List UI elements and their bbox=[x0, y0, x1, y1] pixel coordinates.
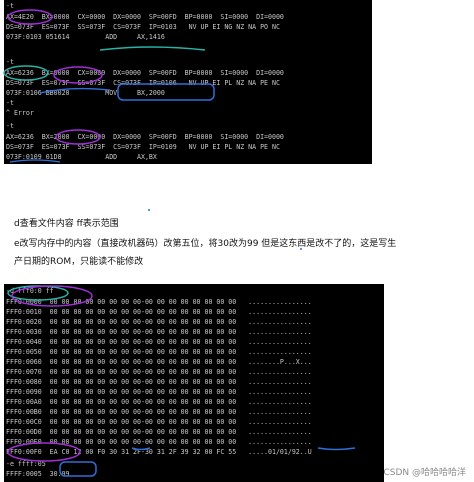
terminal-line: FFF0:00F0 EA C0 12 00 F0 30 31 2F-30 31 … bbox=[6, 448, 312, 456]
terminal-line: FFF0:00C0 00 00 00 00 00 00 00 00-00 00 … bbox=[6, 418, 312, 426]
terminal-line: FFF0:00E0 00 00 00 00 00 00 00 00-00 00 … bbox=[6, 438, 312, 446]
terminal-line: AX=4E20 BX=0000 CX=0000 DX=0000 SP=00FD … bbox=[6, 13, 284, 21]
terminal-line: FFF0:0080 00 00 00 00 00 00 00 00-00 00 … bbox=[6, 378, 312, 386]
terminal-line: FFF0:0070 00 00 00 00 00 00 00 00-00 00 … bbox=[6, 368, 312, 376]
terminal-line: -e ffff:05 bbox=[6, 460, 46, 468]
note-line: 产日期的ROM，只能读不能修改 bbox=[14, 257, 144, 267]
terminal-line: AX=6236 BX=2000 CX=0000 DX=0000 SP=00FD … bbox=[6, 133, 284, 141]
terminal-line: 073F:0106 BB0020 MOV BX,2000 bbox=[6, 89, 165, 97]
terminal-line: FFF0:0020 00 00 00 00 00 00 00 00-00 00 … bbox=[6, 318, 312, 326]
terminal-line: DS=073F ES=073F SS=073F CS=073F IP=0106 … bbox=[6, 79, 280, 87]
note-line: e改写内存中的内容（直接改机器码）改第五位，将30改为99 但是这东西是改不了的… bbox=[14, 239, 397, 249]
terminal-line: FFFF:0005 30.99 bbox=[6, 470, 70, 478]
terminal-line: FFF0:0050 00 00 00 00 00 00 00 00-00 00 … bbox=[6, 348, 312, 356]
terminal-line: -t bbox=[6, 122, 14, 130]
terminal-line: DS=073F ES=073F SS=073F CS=073F IP=0109 … bbox=[6, 143, 280, 151]
terminal-line: FFF0:0010 00 00 00 00 00 00 00 00-00 00 … bbox=[6, 308, 312, 316]
terminal-line: FFF0:0000 00 00 00 00 00 00 00 00-00 00 … bbox=[6, 298, 312, 306]
debug-terminal-trace: -t AX=4E20 BX=0000 CX=0000 DX=0000 SP=00… bbox=[4, 0, 372, 164]
terminal-line: FFF0:00A0 00 00 00 00 00 00 00 00-00 00 … bbox=[6, 398, 312, 406]
terminal-line: FFF0:0030 00 00 00 00 00 00 00 00-00 00 … bbox=[6, 328, 312, 336]
terminal-line: FFF0:00B0 00 00 00 00 00 00 00 00-00 00 … bbox=[6, 408, 312, 416]
debug-terminal-dump: -d fff0:0 ff FFF0:0000 00 00 00 00 00 00… bbox=[4, 284, 384, 482]
terminal-line: FFF0:00D0 00 00 00 00 00 00 00 00-00 00 … bbox=[6, 428, 312, 436]
terminal-line: ^ Error bbox=[6, 109, 34, 117]
terminal-line: 073F:0109 01D8 ADD AX,BX bbox=[6, 153, 157, 161]
terminal-line: -t bbox=[6, 58, 14, 66]
terminal-line: AX=6236 BX=0000 CX=0000 DX=0000 SP=00FD … bbox=[6, 69, 284, 77]
terminal-line: FFF0:0090 00 00 00 00 00 00 00 00-00 00 … bbox=[6, 388, 312, 396]
watermark: CSDN @哈哈哈哈洋 bbox=[383, 468, 466, 478]
terminal-line: -d fff0:0 ff bbox=[6, 287, 54, 295]
decorative-dot bbox=[148, 209, 150, 211]
terminal-line: -t bbox=[6, 2, 14, 10]
terminal-line: FFF0:0060 00 00 00 00 00 00 00 00-00 00 … bbox=[6, 358, 312, 366]
terminal-line: FFF0:0040 00 00 00 00 00 00 00 00-00 00 … bbox=[6, 338, 312, 346]
terminal-line: 073F:0103 051614 ADD AX,1416 bbox=[6, 33, 165, 41]
note-line: d查看文件内容 ff表示范围 bbox=[14, 219, 119, 229]
terminal-line: DS=073F ES=073F SS=073F CS=073F IP=0103 … bbox=[6, 23, 280, 31]
terminal-line: -t bbox=[6, 99, 14, 107]
